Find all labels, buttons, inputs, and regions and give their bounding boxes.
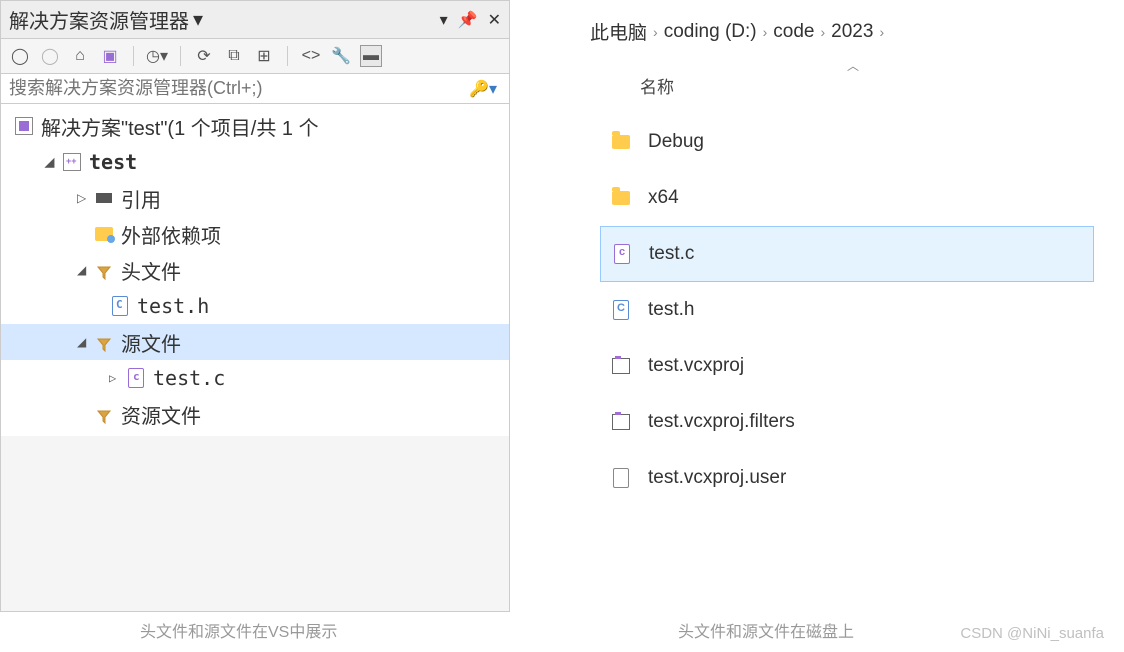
solution-label: 解决方案"test"(1 个项目/共 1 个 [41,112,319,141]
window-menu-icon[interactable]: ▾ [440,10,448,30]
file-explorer-panel: 此电脑 › coding (D:) › code › 2023 › ︿ 名称 D… [570,0,1124,612]
file-list: Debug x64 test.c test.h test.vcxproj tes… [570,106,1124,514]
item-label: Debug [648,131,704,153]
test-h-label: test.h [137,294,209,318]
header-files-node[interactable]: ◢ 头文件 [1,252,509,288]
solution-tree: 解决方案"test"(1 个项目/共 1 个 ◢ test ▷ 引用 外部依赖项… [1,104,509,436]
expander-icon[interactable]: ◢ [77,335,93,349]
test-c-node[interactable]: ▷ test.c [1,360,509,396]
preview-icon[interactable]: ▬ [360,45,382,67]
pin-icon[interactable]: 📌 [458,10,478,30]
filter-icon [93,263,115,277]
collapse-icon[interactable]: ⧉ [223,45,245,67]
references-label: 引用 [121,184,161,213]
folder-x64[interactable]: x64 [600,170,1094,226]
captions: 头文件和源文件在VS中展示 头文件和源文件在磁盘上 CSDN @NiNi_sua… [0,612,1124,652]
column-header-row: ︿ 名称 [570,53,1124,106]
project-label: test [89,150,137,174]
column-name-header[interactable]: 名称 [600,73,674,98]
resource-files-node[interactable]: 资源文件 [1,396,509,432]
external-deps-label: 外部依赖项 [121,220,221,249]
breadcrumb-folder2[interactable]: 2023 [831,21,873,43]
breadcrumb: 此电脑 › coding (D:) › code › 2023 › [570,10,1124,53]
item-label: test.vcxproj.filters [648,411,795,433]
search-input[interactable] [9,78,465,99]
item-label: test.vcxproj [648,355,744,377]
breadcrumb-root[interactable]: 此电脑 [590,18,647,45]
expander-icon[interactable]: ▷ [77,191,93,205]
resource-files-label: 资源文件 [121,400,201,429]
caption-right: 头文件和源文件在磁盘上 [678,618,854,642]
expander-icon[interactable]: ▷ [109,371,125,385]
references-icon [93,193,115,203]
c-file-icon [609,244,635,264]
solution-explorer-panel: 解决方案资源管理器 ▾ ▾ 📌 ✕ ◯ ◯ ⌂ ▣ ◷▾ ⟳ ⧉ ⊞ <> 🔧 … [0,0,510,612]
vcxproj-filters-icon [608,414,634,430]
references-node[interactable]: ▷ 引用 [1,180,509,216]
item-label: x64 [648,187,679,209]
history-icon[interactable]: ◷▾ [146,45,168,67]
panel-title-dropdown-icon[interactable]: ▾ [193,7,203,32]
chevron-right-icon[interactable]: › [820,24,825,40]
item-label: test.h [648,299,694,321]
external-deps-icon [93,227,115,241]
search-bar: 🔑▾ [1,74,509,104]
search-icon[interactable]: 🔑▾ [465,79,501,99]
file-vcxproj-filters[interactable]: test.vcxproj.filters [600,394,1094,450]
vcxproj-icon [608,358,634,374]
file-test-h[interactable]: test.h [600,282,1094,338]
refresh-icon[interactable]: ⟳ [193,45,215,67]
solution-explorer-toolbar: ◯ ◯ ⌂ ▣ ◷▾ ⟳ ⧉ ⊞ <> 🔧 ▬ [1,39,509,74]
project-node[interactable]: ◢ test [1,144,509,180]
solution-icon[interactable]: ▣ [99,45,121,67]
file-vcxproj[interactable]: test.vcxproj [600,338,1094,394]
code-icon[interactable]: <> [300,45,322,67]
expander-icon[interactable]: ◢ [45,155,61,169]
test-h-node[interactable]: test.h [1,288,509,324]
h-file-icon [608,300,634,320]
watermark: CSDN @NiNi_suanfa [960,625,1104,642]
home-icon[interactable]: ⌂ [69,45,91,67]
back-icon[interactable]: ◯ [9,45,31,67]
chevron-right-icon[interactable]: › [763,24,768,40]
source-files-node[interactable]: ◢ 源文件 [1,324,509,360]
filter-icon [93,335,115,349]
file-icon [608,468,634,488]
folder-icon [608,191,634,205]
test-c-label: test.c [153,366,225,390]
panel-title: 解决方案资源管理器 [9,5,189,34]
file-vcxproj-user[interactable]: test.vcxproj.user [600,450,1094,506]
show-all-icon[interactable]: ⊞ [253,45,275,67]
properties-icon[interactable]: 🔧 [330,45,352,67]
file-test-c[interactable]: test.c [600,226,1094,282]
source-files-label: 源文件 [121,328,181,357]
solution-icon [13,117,35,135]
c-file-icon [125,368,147,388]
breadcrumb-folder1[interactable]: code [773,21,814,43]
expander-icon[interactable]: ◢ [77,263,93,277]
caption-left: 头文件和源文件在VS中展示 [140,618,337,642]
folder-debug[interactable]: Debug [600,114,1094,170]
item-label: test.vcxproj.user [648,467,786,489]
forward-icon[interactable]: ◯ [39,45,61,67]
chevron-right-icon[interactable]: › [879,24,884,40]
chevron-right-icon[interactable]: › [653,24,658,40]
external-deps-node[interactable]: 外部依赖项 [1,216,509,252]
close-icon[interactable]: ✕ [488,10,501,30]
filter-icon [93,407,115,421]
item-label: test.c [649,243,694,265]
solution-node[interactable]: 解决方案"test"(1 个项目/共 1 个 [1,108,509,144]
h-file-icon [109,296,131,316]
folder-icon [608,135,634,149]
sort-ascending-icon[interactable]: ︿ [847,57,859,74]
project-icon [61,153,83,171]
solution-explorer-titlebar: 解决方案资源管理器 ▾ ▾ 📌 ✕ [1,1,509,39]
header-files-label: 头文件 [121,256,181,285]
breadcrumb-drive[interactable]: coding (D:) [664,21,757,43]
